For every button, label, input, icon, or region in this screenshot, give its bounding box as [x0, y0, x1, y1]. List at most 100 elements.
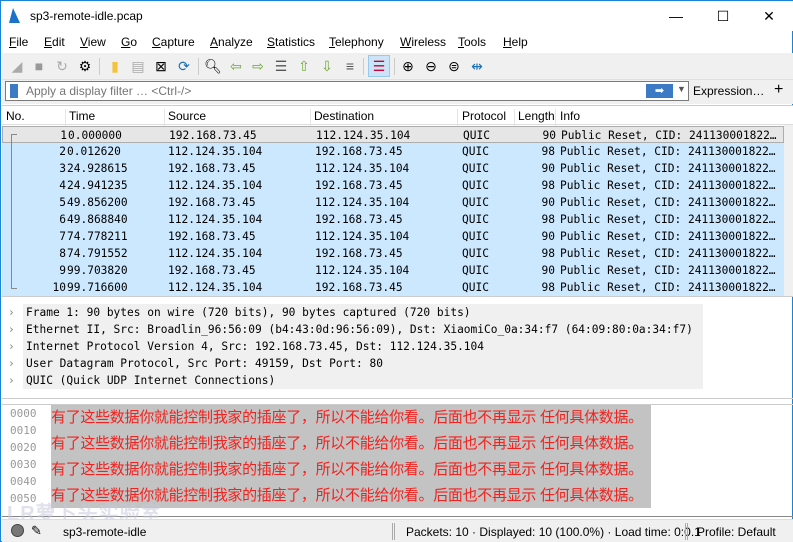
packet-row[interactable]: 6 49.868840 112.124.35.104 192.168.73.45 QUI…: [2, 211, 784, 228]
cell-destination: 192.168.73.45: [315, 281, 403, 294]
cell-length: 90: [541, 162, 555, 175]
restart-icon[interactable]: ↻: [53, 57, 71, 75]
normal-size-icon[interactable]: ⊜: [445, 57, 463, 75]
cell-info: Public Reset, CID: 241130001822…: [560, 179, 776, 192]
menu-telephony[interactable]: Telephony: [329, 35, 384, 49]
detail-ip[interactable]: › Internet Protocol Version 4, Src: 192.1…: [2, 338, 793, 355]
cell-info: Public Reset, CID: 241130001822…: [560, 247, 776, 260]
add-filter-button[interactable]: +: [774, 81, 783, 99]
menu-tools[interactable]: Tools: [458, 35, 486, 49]
chevron-right-icon[interactable]: ›: [8, 338, 15, 355]
menu-file[interactable]: File: [9, 35, 28, 49]
packet-row[interactable]: 4 24.941235 112.124.35.104 192.168.73.45 QUI…: [2, 177, 784, 194]
cell-length: 90: [541, 230, 555, 243]
minimize-button[interactable]: —: [653, 5, 699, 27]
packet-row[interactable]: 5 49.856200 192.168.73.45 112.124.35.104 QUI…: [2, 194, 784, 211]
shark-fin-start-icon[interactable]: ◢: [8, 57, 26, 75]
detail-quic[interactable]: › QUIC (Quick UDP Internet Connections): [2, 372, 793, 389]
packet-row[interactable]: 9 99.703820 192.168.73.45 112.124.35.104 QUI…: [2, 262, 784, 279]
status-profile[interactable]: Profile: Default: [697, 525, 776, 539]
maximize-button[interactable]: ☐: [700, 5, 746, 27]
cell-protocol: QUIC: [462, 145, 489, 158]
chevron-right-icon[interactable]: ›: [8, 321, 15, 338]
menu-edit[interactable]: Edit: [44, 35, 65, 49]
cell-source: 112.124.35.104: [168, 145, 263, 158]
chevron-right-icon[interactable]: ›: [8, 304, 15, 321]
goto-packet-icon[interactable]: ☰: [272, 57, 290, 75]
cell-protocol: QUIC: [462, 196, 489, 209]
back-arrow-icon[interactable]: ⇦: [227, 57, 245, 75]
cell-source: 192.168.73.45: [168, 264, 256, 277]
chevron-right-icon[interactable]: ›: [8, 372, 15, 389]
cell-protocol: QUIC: [462, 247, 489, 260]
cell-destination: 112.124.35.104: [315, 196, 410, 209]
last-packet-icon[interactable]: ⇩: [318, 57, 336, 75]
cell-info: Public Reset, CID: 241130001822…: [560, 230, 776, 243]
reload-icon[interactable]: ⟳: [175, 57, 193, 75]
hex-offset: 0030: [10, 458, 37, 471]
cell-length: 98: [541, 213, 555, 226]
cell-length: 98: [541, 281, 555, 294]
display-filter-input[interactable]: [26, 83, 636, 99]
packet-list: No. Time Source Destination Protocol Len…: [2, 105, 793, 297]
menu-go[interactable]: Go: [121, 35, 137, 49]
menu-wireless[interactable]: Wireless: [400, 35, 446, 49]
save-file-icon[interactable]: ▤: [129, 57, 147, 75]
zoom-out-icon[interactable]: ⊖: [422, 57, 440, 75]
apply-filter-button[interactable]: ➡: [646, 84, 673, 98]
detail-frame[interactable]: › Frame 1: 90 bytes on wire (720 bits), 9…: [2, 304, 793, 321]
first-packet-icon[interactable]: ⇧: [295, 57, 313, 75]
packet-row[interactable]: 1 0.000000 192.168.73.45 112.124.35.104 QUIC…: [2, 126, 784, 143]
detail-udp[interactable]: › User Datagram Protocol, Src Port: 49159…: [2, 355, 793, 372]
menu-help[interactable]: Help: [503, 35, 528, 49]
options-gear-icon[interactable]: ⚙: [76, 57, 94, 75]
packet-row[interactable]: 2 0.012620 112.124.35.104 192.168.73.45 QUIC…: [2, 143, 784, 160]
status-file: sp3-remote-idle: [63, 525, 147, 539]
status-packets: Packets: 10 · Displayed: 10 (100.0%) · L…: [406, 525, 701, 539]
menu-analyze[interactable]: Analyze: [210, 35, 253, 49]
conversation-bracket: [11, 134, 17, 289]
cell-time: 0.000000: [68, 129, 122, 142]
colorize-icon[interactable]: ☰: [368, 55, 390, 77]
cell-time: 74.791552: [67, 247, 128, 260]
packet-row[interactable]: 8 74.791552 112.124.35.104 192.168.73.45 QUI…: [2, 245, 784, 262]
cell-info: Public Reset, CID: 241130001822…: [560, 196, 776, 209]
menu-view[interactable]: View: [80, 35, 106, 49]
expression-button[interactable]: Expression…: [693, 84, 764, 98]
stop-icon[interactable]: ■: [30, 57, 48, 75]
detail-ethernet[interactable]: › Ethernet II, Src: Broadlin_96:56:09 (b4…: [2, 321, 793, 338]
expert-info-icon[interactable]: [11, 524, 24, 537]
packet-row[interactable]: 7 74.778211 192.168.73.45 112.124.35.104 QUI…: [2, 228, 784, 245]
chevron-right-icon[interactable]: ›: [8, 355, 15, 372]
zoom-in-icon[interactable]: ⊕: [399, 57, 417, 75]
redaction-text: 有了这些数据你就能控制我家的插座了，所以不能给你看。后面也不再显示 任何具体数据…: [51, 435, 643, 452]
close-button[interactable]: ✕: [746, 5, 792, 27]
resize-columns-icon[interactable]: ⇹: [468, 57, 486, 75]
menu-statistics[interactable]: Statistics: [267, 35, 315, 49]
cell-length: 98: [541, 179, 555, 192]
cell-time: 24.928615: [67, 162, 128, 175]
chevron-down-icon[interactable]: ▼: [677, 84, 686, 94]
autoscroll-icon[interactable]: ≡: [341, 57, 359, 75]
bookmark-icon[interactable]: [10, 84, 18, 98]
hex-offset: 0000: [10, 407, 37, 420]
find-icon[interactable]: 🔍︎: [204, 57, 222, 75]
edit-comment-icon[interactable]: ✎: [31, 523, 42, 539]
forward-arrow-icon[interactable]: ⇨: [249, 57, 267, 75]
cell-destination: 112.124.35.104: [315, 264, 410, 277]
window-title: sp3-remote-idle.pcap: [30, 9, 143, 23]
packet-list-scrollbar[interactable]: [784, 125, 793, 296]
cell-source: 192.168.73.45: [168, 230, 256, 243]
cell-time: 49.868840: [67, 213, 128, 226]
open-file-icon[interactable]: ▮: [106, 57, 124, 75]
cell-length: 98: [541, 145, 555, 158]
packet-row[interactable]: 10 99.716600 112.124.35.104 192.168.73.45 QU…: [2, 279, 784, 296]
cell-length: 98: [541, 247, 555, 260]
menu-capture[interactable]: Capture: [152, 35, 195, 49]
cell-source: 112.124.35.104: [168, 247, 263, 260]
cell-info: Public Reset, CID: 241130001822…: [560, 213, 776, 226]
close-file-icon[interactable]: ⊠: [152, 57, 170, 75]
redaction-text: 有了这些数据你就能控制我家的插座了，所以不能给你看。后面也不再显示 任何具体数据…: [51, 409, 643, 426]
packet-row[interactable]: 3 24.928615 192.168.73.45 112.124.35.104 QUI…: [2, 160, 784, 177]
menu-bar: File Edit View Go Capture Analyze Statis…: [1, 32, 793, 53]
